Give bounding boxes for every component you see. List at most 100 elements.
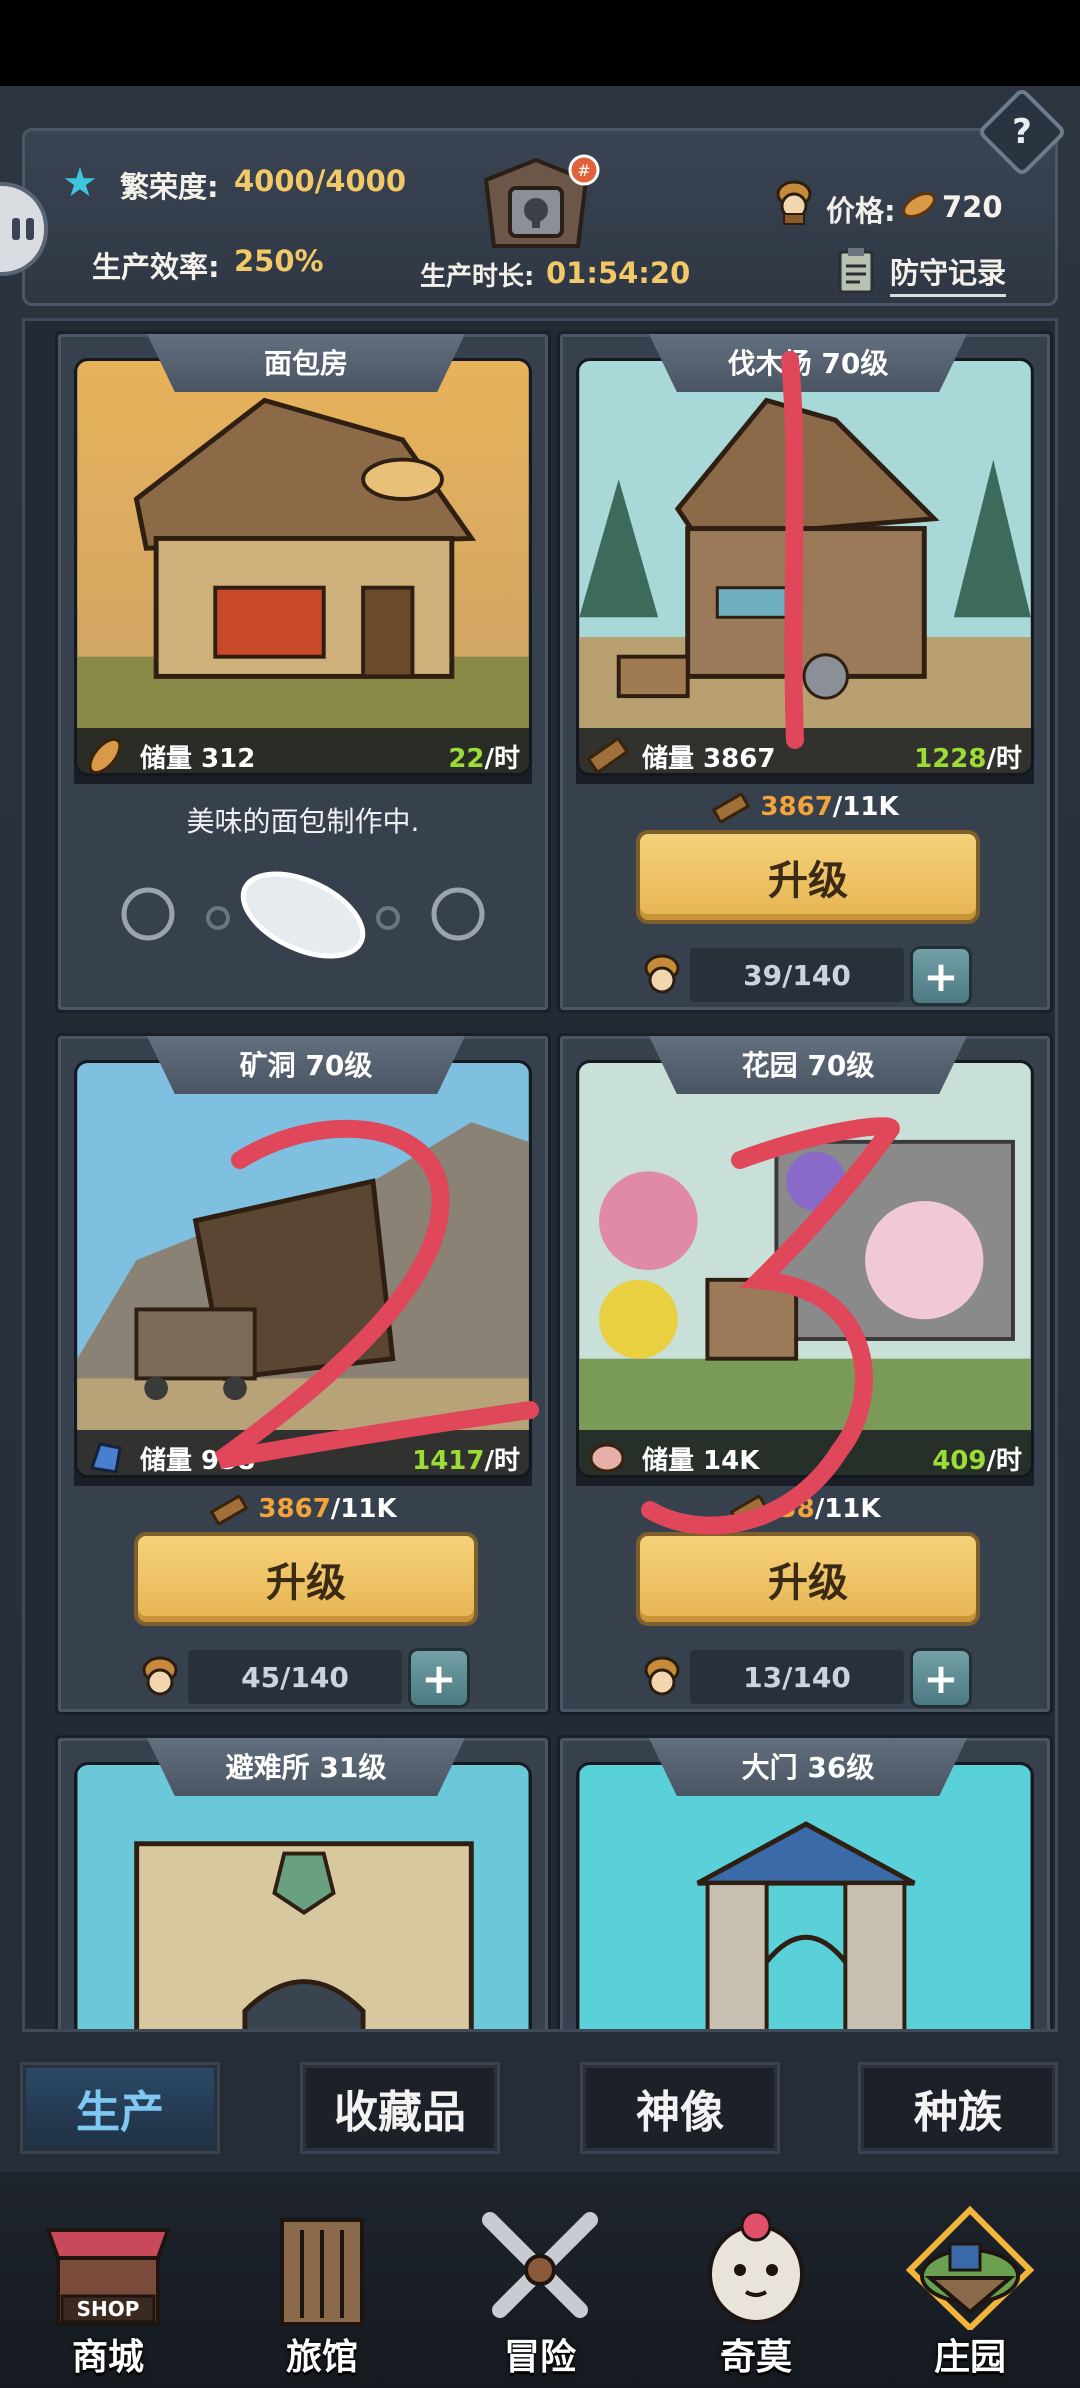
treasure-chest-icon[interactable]: #: [466, 150, 606, 260]
price-value: 720: [942, 190, 1003, 224]
storage-strip: 储量 14K 409/时: [576, 1430, 1034, 1486]
nav-label: 冒险: [503, 2337, 576, 2378]
efficiency-label: 生产效率:: [92, 250, 220, 284]
upgrade-cost: 3867/11K: [58, 1493, 548, 1526]
building-card-gate[interactable]: 大门 36级: [557, 1735, 1053, 2029]
inn-gate-icon: [280, 2218, 364, 2326]
worker-icon: [776, 180, 812, 225]
worker-assignment: 39/140 +: [640, 946, 976, 1006]
clipboard-icon: [838, 248, 874, 294]
crossed-swords-icon: [482, 2212, 598, 2318]
tab-production[interactable]: 生产: [20, 2062, 220, 2154]
garden-image: [576, 1060, 1034, 1478]
add-worker-button[interactable]: +: [408, 1648, 470, 1708]
building-card-lumber-mill[interactable]: 伐木场 70级 储量 3867 1228/时 3867/11K 升级 39/14…: [557, 331, 1053, 1013]
building-card-bakery[interactable]: 面包房 储量 312 22/时 美味的面包制作中.: [55, 331, 551, 1013]
nav-estate[interactable]: 庄园: [870, 2180, 1070, 2380]
building-grid: 面包房 储量 312 22/时 美味的面包制作中. 伐木场 70级 储量 386…: [22, 318, 1058, 2032]
building-title: 花园 70级: [648, 1036, 968, 1094]
shelter-image: [74, 1762, 532, 2029]
worker-assignment: 13/140 +: [640, 1648, 976, 1708]
shop-icon: SHOP: [45, 2228, 171, 2326]
production-rate: 1228: [914, 743, 987, 774]
building-title: 面包房: [146, 334, 466, 392]
building-card-shelter[interactable]: 避难所 31级: [55, 1735, 551, 2029]
nav-shop[interactable]: SHOP 商城: [8, 2180, 208, 2380]
nav-label: 商城: [71, 2337, 144, 2378]
star-icon: ★: [62, 160, 98, 206]
efficiency-value: 250%: [234, 244, 324, 278]
upgrade-button[interactable]: 升级: [636, 1532, 980, 1626]
floating-island-icon: [905, 2205, 1035, 2330]
duration-value: 01:54:20: [546, 256, 691, 290]
storage-strip: 储量 3867 1228/时: [576, 728, 1034, 784]
storage-value: 储量 3867: [642, 743, 776, 774]
worker-count: 13/140: [690, 1650, 904, 1704]
storage-strip: 储量 938 1417/时: [74, 1430, 532, 1486]
worker-assignment: 45/140 +: [138, 1648, 474, 1708]
storage-value: 储量 938: [140, 1445, 256, 1476]
cost-current: 3867: [760, 792, 833, 822]
add-worker-button[interactable]: +: [910, 1648, 972, 1708]
mine-image: [74, 1060, 532, 1478]
ore-crystal-icon: [90, 1442, 122, 1474]
building-card-garden[interactable]: 花园 70级 储量 14K 409/时 38/11K 升级 13/140 +: [557, 1033, 1053, 1715]
rate-unit: /时: [986, 743, 1023, 774]
bread-baking-animation-icon: [121, 871, 485, 959]
wood-log-icon: [730, 1493, 769, 1526]
status-bar: [0, 0, 1080, 86]
cost-total: /11K: [814, 1494, 881, 1524]
add-worker-button[interactable]: +: [910, 946, 972, 1006]
tab-collectibles[interactable]: 收藏品: [300, 2062, 500, 2154]
tab-statues[interactable]: 神像: [580, 2062, 780, 2154]
worker-icon: [644, 1656, 680, 1696]
production-rate: 22: [448, 743, 485, 774]
defense-record-link[interactable]: 防守记录: [890, 250, 1007, 297]
building-card-mine[interactable]: 矿洞 70级 储量 938 1417/时 3867/11K 升级 45/140 …: [55, 1033, 551, 1715]
nav-creatures[interactable]: 奇莫: [656, 2180, 856, 2380]
bread-resource-icon: [88, 737, 122, 775]
storage-value: 储量 14K: [642, 1445, 760, 1476]
nav-label: 旅馆: [285, 2337, 358, 2378]
wood-log-icon: [209, 1493, 249, 1526]
cost-current: 3867: [258, 1494, 331, 1524]
worker-count: 45/140: [188, 1650, 402, 1704]
cost-current: 38: [778, 1494, 815, 1524]
building-title: 大门 36级: [648, 1738, 968, 1796]
rate-unit: /时: [986, 1445, 1023, 1476]
cost-total: /11K: [832, 792, 899, 822]
duration-label: 生产时长:: [420, 262, 535, 292]
building-title: 伐木场 70级: [648, 334, 968, 392]
worker-icon: [142, 1656, 178, 1696]
building-title: 矿洞 70级: [146, 1036, 466, 1094]
svg-text:#: #: [577, 161, 590, 180]
worker-count: 39/140: [690, 948, 904, 1002]
wood-log-icon: [711, 791, 751, 824]
rate-unit: /时: [484, 743, 521, 774]
prosperity-label: 繁荣度:: [120, 170, 219, 204]
upgrade-cost: 3867/11K: [560, 791, 1050, 824]
prosperity-value: 4000/4000: [234, 164, 407, 198]
nav-label: 庄园: [933, 2337, 1006, 2378]
worker-icon: [644, 954, 680, 994]
upgrade-button[interactable]: 升级: [636, 830, 980, 924]
building-title: 避难所 31级: [146, 1738, 466, 1796]
flower-bulb-icon: [589, 1443, 625, 1473]
nav-inn[interactable]: 旅馆: [222, 2180, 422, 2380]
wood-log-icon: [586, 736, 630, 775]
production-rate: 409: [932, 1445, 987, 1476]
storage-value: 储量 312: [140, 743, 256, 774]
bakery-image: [74, 358, 532, 776]
rate-unit: /时: [484, 1445, 521, 1476]
lumber-mill-image: [576, 358, 1034, 776]
storage-strip: 储量 312 22/时: [74, 728, 532, 784]
nav-adventure[interactable]: 冒险: [440, 2180, 640, 2380]
upgrade-cost: 38/11K: [560, 1493, 1050, 1526]
production-rate: 1417: [412, 1445, 485, 1476]
creature-icon: [708, 2210, 804, 2324]
tab-races[interactable]: 种族: [858, 2062, 1058, 2154]
shop-sign: SHOP: [77, 2297, 140, 2321]
upgrade-button[interactable]: 升级: [134, 1532, 478, 1626]
cost-total: /11K: [330, 1494, 397, 1524]
production-status: 美味的面包制作中.: [186, 805, 420, 838]
